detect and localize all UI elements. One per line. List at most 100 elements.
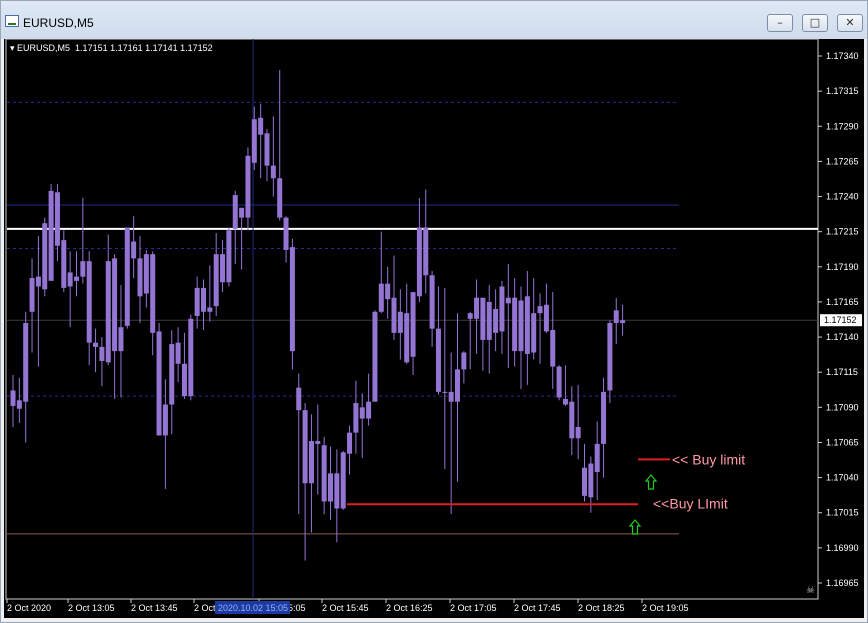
- candle-body: [543, 304, 549, 332]
- y-tick-label: 1.17040: [826, 473, 859, 483]
- close-button[interactable]: ✕: [837, 14, 863, 32]
- candlestick-chart[interactable]: 1.17340 1.17315 1.17290 1.17265 1.17240 1.172…: [4, 39, 864, 618]
- candle-body: [366, 401, 372, 419]
- candle-body: [416, 227, 422, 297]
- candle-body: [531, 313, 537, 353]
- collapse-triangle-icon[interactable]: ▾: [10, 43, 15, 53]
- candle-body: [321, 445, 327, 502]
- candle-body: [486, 301, 492, 340]
- candle-body: [461, 352, 467, 370]
- candle-body: [423, 227, 429, 276]
- x-tick-label: 2 Oct 13:05: [68, 603, 115, 613]
- candle-body: [220, 254, 226, 283]
- x-tick-label: 2 Oct 2020: [7, 603, 51, 613]
- candle-body: [435, 328, 441, 392]
- x-tick-label: 2 Oct 17:45: [514, 603, 561, 613]
- candle-body: [499, 286, 505, 332]
- candle-body: [385, 283, 391, 300]
- candle-body: [505, 297, 511, 304]
- candle-body: [607, 323, 613, 391]
- candle-body: [239, 207, 245, 218]
- title-bar[interactable]: EURUSD,M5 – □ ✕: [1, 1, 867, 39]
- x-tick-label: 2 Oct 16:25: [386, 603, 433, 613]
- candle-body: [277, 178, 283, 218]
- candle-body: [493, 308, 499, 333]
- buy-arrow-icon[interactable]: [628, 519, 642, 535]
- candle-body: [251, 119, 257, 163]
- candle-body: [194, 287, 200, 316]
- candle-body: [150, 254, 156, 333]
- candle-body: [588, 463, 594, 498]
- candle-body: [620, 320, 626, 324]
- candle-body: [474, 297, 480, 319]
- candle-body: [334, 473, 340, 509]
- close-icon: ✕: [845, 16, 855, 29]
- y-tick-label: 1.17240: [826, 192, 859, 202]
- candle-body: [537, 306, 543, 314]
- chart-app-icon: [5, 15, 19, 27]
- candle-body: [258, 117, 264, 135]
- candle-body: [175, 342, 181, 364]
- x-tick-label: 2 Oct 15:45: [322, 603, 369, 613]
- candle-body: [582, 467, 587, 496]
- candle-body: [162, 404, 168, 436]
- candle-body: [372, 311, 378, 402]
- candle-body: [404, 313, 410, 363]
- candle-body: [328, 473, 333, 502]
- y-tick-label: 1.17315: [826, 86, 859, 96]
- candle-body: [347, 432, 353, 454]
- candle-body: [448, 391, 454, 402]
- candle-body: [391, 297, 397, 333]
- candle-body: [429, 275, 435, 329]
- candle-body: [289, 247, 295, 352]
- candle-body: [359, 407, 365, 419]
- window-title: EURUSD,M5: [23, 16, 94, 30]
- candle-body: [181, 363, 187, 397]
- y-tick-label: 1.16965: [826, 578, 859, 588]
- candle-body: [340, 452, 346, 509]
- minimize-button[interactable]: –: [767, 14, 793, 32]
- candle-body: [99, 346, 105, 361]
- candle-body: [16, 400, 22, 409]
- y-tick-label: 1.17215: [826, 227, 859, 237]
- candle-body: [524, 296, 530, 354]
- x-tick-label: 2 Oct 19:05: [642, 603, 689, 613]
- candle-body: [575, 427, 581, 439]
- candle-body: [67, 272, 73, 287]
- candle-body: [613, 310, 619, 324]
- candle-body: [480, 297, 486, 340]
- y-tick-label: 1.17190: [826, 262, 859, 272]
- buy-limit-label: << Buy limit: [672, 451, 745, 467]
- candle-body: [93, 342, 99, 347]
- y-tick-label: 1.17290: [826, 121, 859, 131]
- candle-body: [42, 223, 48, 290]
- current-price-label: 1.17152: [824, 315, 857, 325]
- y-tick-label: 1.17340: [826, 51, 859, 61]
- restore-button[interactable]: □: [802, 14, 828, 32]
- candle-body: [143, 254, 149, 294]
- chart-canvas[interactable]: 1.17340 1.17315 1.17290 1.17265 1.17240 1.172…: [4, 39, 864, 618]
- candle-body: [264, 133, 270, 166]
- candle-body: [397, 311, 403, 333]
- symbol-ohlc-text: EURUSD,M5 1.17151 1.17161 1.17141 1.1715…: [17, 43, 213, 53]
- candle-body: [518, 300, 524, 352]
- candle-body: [353, 403, 359, 433]
- candle-body: [156, 331, 162, 436]
- candle-body: [467, 313, 473, 319]
- candle-body: [601, 391, 607, 444]
- candle-body: [124, 227, 130, 326]
- candle-body: [594, 443, 600, 472]
- candle-body: [226, 230, 232, 283]
- one-click-trading-icon[interactable]: ☠: [806, 585, 815, 596]
- candle-body: [550, 330, 556, 367]
- candle-body: [10, 390, 16, 406]
- y-tick-label: 1.17090: [826, 402, 859, 412]
- buy-arrow-icon[interactable]: [644, 474, 658, 490]
- candle-body: [54, 192, 60, 246]
- y-tick-label: 1.17140: [826, 332, 859, 342]
- restore-icon: □: [809, 16, 821, 29]
- y-tick-label: 1.17165: [826, 297, 859, 307]
- candle-body: [213, 254, 219, 307]
- candle-body: [442, 391, 448, 393]
- candle-body: [201, 287, 206, 312]
